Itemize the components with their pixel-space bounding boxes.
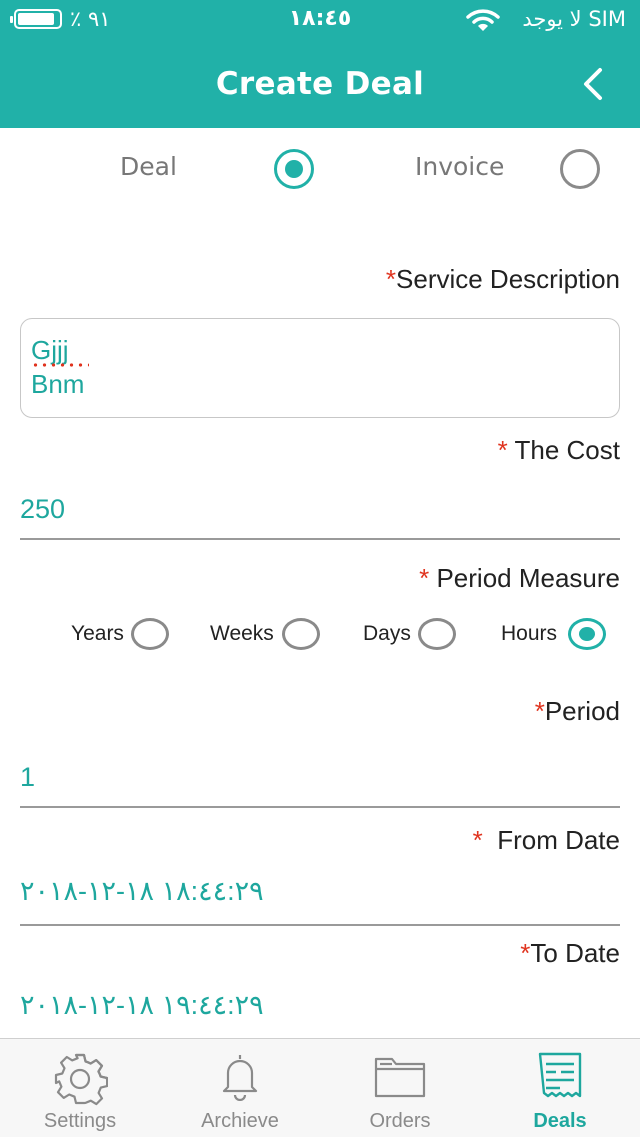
tab-bar: Settings Archieve Orders Deals bbox=[0, 1038, 640, 1137]
required-mark: * bbox=[520, 938, 531, 968]
tab-deals-label: Deals bbox=[533, 1110, 587, 1132]
cost-label: * The Cost bbox=[497, 435, 620, 465]
back-button[interactable] bbox=[572, 62, 616, 106]
status-bar: ٪ ٩١ ١٨:٤٥ لا يوجد SIM bbox=[0, 0, 640, 40]
period-weeks-radio[interactable] bbox=[282, 618, 320, 650]
deal-option-label: Deal bbox=[120, 152, 177, 181]
from-date-underline bbox=[20, 924, 620, 926]
to-date-input[interactable]: ١٩:٤٤:٢٩ ١٨-١٢-٢٠١٨ bbox=[20, 990, 264, 1021]
from-date-label: * From Date bbox=[472, 825, 620, 855]
tab-settings[interactable]: Settings bbox=[0, 1039, 160, 1137]
required-mark: * bbox=[472, 825, 483, 855]
period-years-label: Years bbox=[71, 622, 124, 645]
required-mark: * bbox=[419, 563, 430, 593]
invoice-option-label: Invoice bbox=[415, 152, 505, 181]
service-description-line-1: Gjjj bbox=[31, 335, 69, 365]
to-date-label: *To Date bbox=[520, 938, 620, 968]
service-description-label: *Service Description bbox=[385, 264, 620, 294]
tab-settings-label: Settings bbox=[43, 1110, 117, 1132]
period-days-label: Days bbox=[363, 622, 411, 645]
bell-icon bbox=[222, 1055, 258, 1101]
tab-deals[interactable]: Deals bbox=[480, 1039, 640, 1137]
period-label: *Period bbox=[534, 696, 620, 726]
required-mark: * bbox=[534, 696, 545, 726]
receipt-icon bbox=[538, 1052, 582, 1098]
period-hours-label: Hours bbox=[501, 622, 558, 645]
tab-orders[interactable]: Orders bbox=[320, 1039, 480, 1137]
tab-orders-label: Orders bbox=[369, 1110, 431, 1132]
period-hours-radio[interactable] bbox=[568, 618, 606, 650]
period-days-radio[interactable] bbox=[418, 618, 456, 650]
chevron-back-icon bbox=[584, 68, 602, 100]
period-years-radio[interactable] bbox=[131, 618, 169, 650]
title-bar: Create Deal bbox=[0, 40, 640, 128]
cost-underline bbox=[20, 538, 620, 540]
invoice-radio[interactable] bbox=[560, 149, 600, 189]
carrier-label: لا يوجد SIM bbox=[522, 7, 626, 31]
period-weeks-label: Weeks bbox=[210, 622, 274, 645]
service-description-textarea[interactable]: Gjjj Bnm bbox=[20, 318, 620, 418]
wifi-icon bbox=[466, 9, 500, 31]
tab-archieve-label: Archieve bbox=[201, 1110, 279, 1132]
tab-archieve[interactable]: Archieve bbox=[160, 1039, 320, 1137]
required-mark: * bbox=[385, 264, 397, 294]
period-input[interactable]: 1 bbox=[20, 762, 35, 793]
period-measure-label: * Period Measure bbox=[419, 563, 620, 593]
from-date-input[interactable]: ١٨:٤٤:٢٩ ١٨-١٢-٢٠١٨ bbox=[20, 876, 264, 907]
service-description-line-2: Bnm bbox=[31, 369, 85, 399]
page-title: Create Deal bbox=[215, 66, 425, 102]
app-header: ٪ ٩١ ١٨:٤٥ لا يوجد SIM Create Deal bbox=[0, 0, 640, 128]
folder-icon bbox=[374, 1057, 426, 1098]
deal-radio[interactable] bbox=[274, 149, 314, 189]
cost-input[interactable]: 250 bbox=[20, 494, 65, 525]
spellcheck-underline bbox=[31, 363, 89, 367]
required-mark: * bbox=[497, 435, 508, 465]
period-underline bbox=[20, 806, 620, 808]
gear-icon bbox=[54, 1053, 108, 1106]
